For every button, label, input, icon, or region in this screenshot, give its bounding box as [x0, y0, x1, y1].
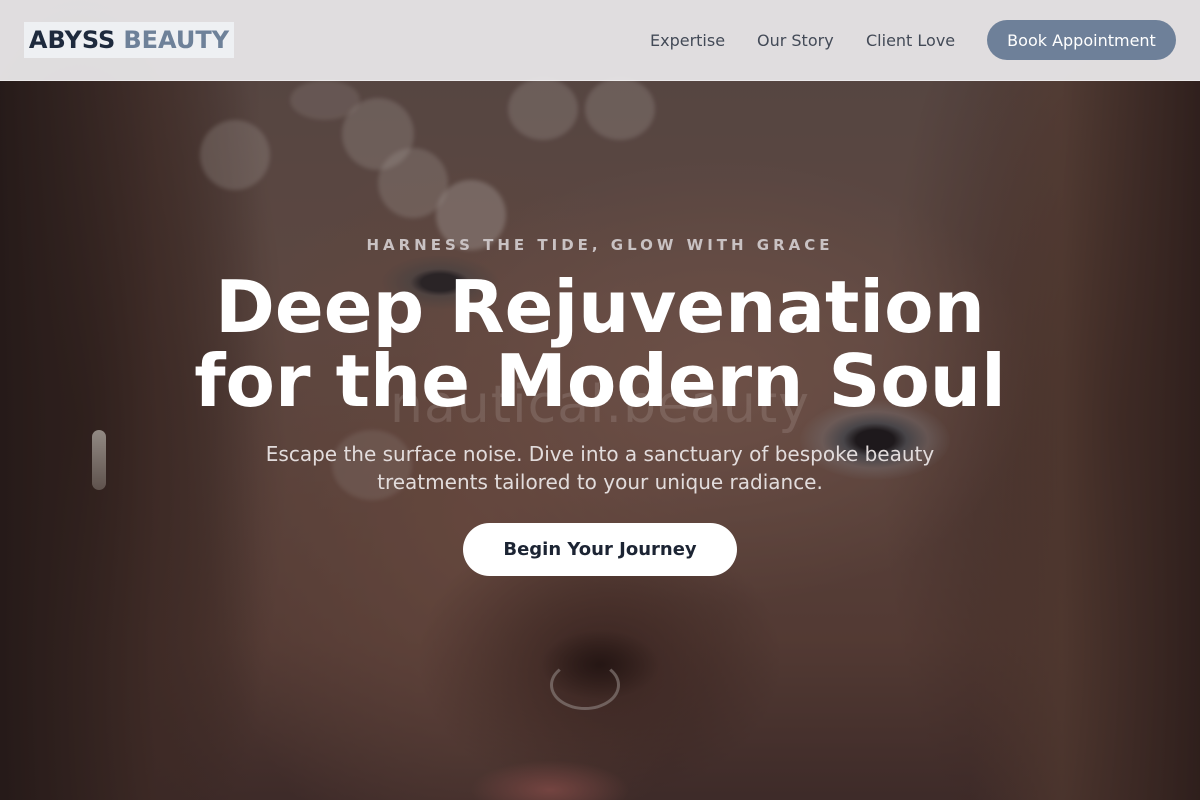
headline-line-1: Deep Rejuvenation: [215, 265, 985, 349]
nav-link-our-story[interactable]: Our Story: [757, 0, 834, 81]
site-header: ABYSS BEAUTY Expertise Our Story Client …: [0, 0, 1200, 81]
hero-eyebrow: HARNESS THE TIDE, GLOW WITH GRACE: [366, 236, 834, 254]
nav-link-client-love[interactable]: Client Love: [866, 0, 955, 81]
subheadline-line-1: Escape the surface noise. Dive into a sa…: [265, 442, 935, 466]
hero-headline: Deep Rejuvenation for the Modern Soul: [0, 270, 1200, 418]
logo-secondary-text: BEAUTY: [123, 26, 230, 54]
book-appointment-button[interactable]: Book Appointment: [987, 20, 1176, 60]
begin-journey-button[interactable]: Begin Your Journey: [463, 523, 737, 576]
subheadline-line-2: treatments tailored to your unique radia…: [377, 470, 823, 494]
nav-link-expertise[interactable]: Expertise: [650, 0, 725, 81]
headline-line-2: for the Modern Soul: [194, 339, 1006, 423]
logo[interactable]: ABYSS BEAUTY: [24, 22, 234, 58]
hero-subheadline: Escape the surface noise. Dive into a sa…: [0, 440, 1200, 496]
logo-primary-text: ABYSS: [28, 26, 116, 54]
